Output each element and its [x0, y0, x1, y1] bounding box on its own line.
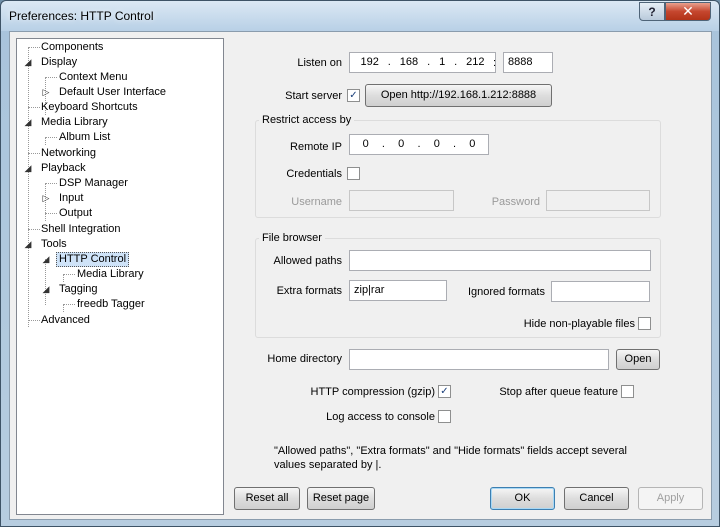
extra-formats-label: Extra formats	[276, 285, 342, 297]
collapsed-triangle-icon[interactable]: ▷	[41, 191, 51, 206]
remote-ip-input[interactable]: 0 . 0 . 0 . 0	[349, 134, 489, 155]
hide-nonplayable-checkbox[interactable]	[638, 317, 651, 330]
log-access-checkbox[interactable]	[438, 410, 451, 423]
tree-item-tagging[interactable]: Tagging	[57, 282, 100, 297]
tree-item-keyboard-shortcuts[interactable]: Keyboard Shortcuts	[39, 100, 140, 115]
credentials-checkbox[interactable]	[347, 167, 360, 180]
ignored-formats-label: Ignored formats	[467, 286, 545, 298]
ignored-formats-input[interactable]	[551, 281, 650, 302]
home-directory-open-button[interactable]: Open	[616, 349, 660, 370]
tree-item-album-list[interactable]: Album List	[57, 130, 112, 145]
ok-button[interactable]: OK	[490, 487, 555, 510]
listen-on-label: Listen on	[297, 57, 342, 69]
tree-line	[63, 274, 64, 282]
ip-octet: 0	[398, 138, 405, 150]
ip-octet: 1	[439, 56, 446, 68]
restrict-access-title: Restrict access by	[259, 113, 355, 127]
file-browser-title: File browser	[259, 231, 325, 245]
apply-button[interactable]: Apply	[638, 487, 703, 510]
tree-item-tools[interactable]: Tools	[39, 237, 69, 252]
tree-item-default-user-interface[interactable]: Default User Interface	[57, 85, 168, 100]
expanded-triangle-icon[interactable]: ◢	[41, 252, 51, 267]
tree-item-playback[interactable]: Playback	[39, 161, 88, 176]
remote-ip-label: Remote IP	[290, 141, 342, 153]
dialog-client: Components ◢ Display Context Menu ▷ Defa…	[9, 31, 712, 520]
username-input[interactable]	[349, 190, 454, 211]
tree-item-dsp-manager[interactable]: DSP Manager	[57, 176, 130, 191]
port-input[interactable]: 8888	[503, 52, 553, 73]
tree-item-media-library[interactable]: Media Library	[39, 115, 110, 130]
tree-item-freedb-tagger[interactable]: freedb Tagger	[75, 297, 147, 312]
ip-octet: 0	[469, 138, 476, 150]
preferences-tree: Components ◢ Display Context Menu ▷ Defa…	[16, 38, 224, 515]
tree-item-context-menu[interactable]: Context Menu	[57, 70, 129, 85]
cancel-button[interactable]: Cancel	[564, 487, 629, 510]
password-input[interactable]	[546, 190, 650, 211]
ip-octet: 0	[362, 138, 369, 150]
ip-dot: .	[453, 138, 457, 150]
allowed-paths-input[interactable]	[349, 250, 651, 271]
tree-item-advanced[interactable]: Advanced	[39, 313, 92, 328]
ip-dot: .	[417, 138, 421, 150]
stop-after-queue-label: Stop after queue feature	[499, 386, 618, 398]
username-label: Username	[291, 196, 342, 208]
tree-item-http-media-library[interactable]: Media Library	[75, 267, 146, 282]
password-label: Password	[491, 196, 540, 208]
ip-dot: .	[381, 138, 385, 150]
tree-line	[28, 47, 29, 327]
home-directory-label: Home directory	[267, 353, 342, 365]
allowed-paths-label: Allowed paths	[273, 255, 343, 267]
ip-dot: .	[427, 56, 431, 68]
expanded-triangle-icon[interactable]: ◢	[41, 282, 51, 297]
expanded-triangle-icon[interactable]: ◢	[23, 237, 33, 252]
preferences-window: Preferences: HTTP Control ? ✕ Components…	[0, 0, 720, 527]
ip-dot: .	[387, 56, 391, 68]
expanded-triangle-icon[interactable]: ◢	[23, 55, 33, 70]
stop-after-queue-checkbox[interactable]	[621, 385, 634, 398]
tree-item-components[interactable]: Components	[39, 40, 105, 55]
ip-octet: 168	[399, 56, 419, 68]
credentials-label: Credentials	[286, 168, 342, 180]
ip-octet: 192	[360, 56, 379, 68]
tree-item-output[interactable]: Output	[57, 206, 94, 221]
http-compression-checkbox[interactable]: ✓	[438, 385, 451, 398]
collapsed-triangle-icon[interactable]: ▷	[41, 85, 51, 100]
tree-item-networking[interactable]: Networking	[39, 146, 98, 161]
tree-item-shell-integration[interactable]: Shell Integration	[39, 222, 123, 237]
ip-octet: 212	[466, 56, 485, 68]
tree-line	[63, 304, 64, 312]
http-compression-label: HTTP compression (gzip)	[310, 386, 436, 398]
help-button[interactable]: ?	[639, 2, 665, 21]
reset-all-button[interactable]: Reset all	[234, 487, 300, 510]
hide-nonplayable-label: Hide non-playable files	[523, 318, 635, 330]
listen-ip-input[interactable]: 192 . 168 . 1 . 212	[349, 52, 496, 73]
reset-page-button[interactable]: Reset page	[307, 487, 375, 510]
start-server-checkbox[interactable]: ✓	[347, 89, 360, 102]
title-bar: Preferences: HTTP Control ? ✕	[1, 1, 719, 31]
port-separator: :	[493, 57, 497, 69]
tree-item-http-control[interactable]: HTTP Control	[56, 252, 130, 267]
tree-item-display[interactable]: Display	[39, 55, 79, 70]
home-directory-input[interactable]	[349, 349, 609, 370]
open-url-button[interactable]: Open http://192.168.1.212:8888	[365, 84, 552, 107]
tree-item-input[interactable]: Input	[57, 191, 85, 206]
formats-note: "Allowed paths", "Extra formats" and "Hi…	[274, 445, 627, 471]
expanded-triangle-icon[interactable]: ◢	[23, 161, 33, 176]
tree-line	[45, 137, 46, 145]
ip-dot: .	[454, 56, 458, 68]
close-button[interactable]: ✕	[665, 2, 711, 21]
ip-octet: 0	[433, 138, 440, 150]
start-server-label: Start server	[285, 90, 342, 102]
window-title: Preferences: HTTP Control	[9, 9, 154, 23]
log-access-label: Log access to console	[326, 411, 435, 423]
extra-formats-input[interactable]: zip|rar	[349, 280, 447, 301]
expanded-triangle-icon[interactable]: ◢	[23, 115, 33, 130]
